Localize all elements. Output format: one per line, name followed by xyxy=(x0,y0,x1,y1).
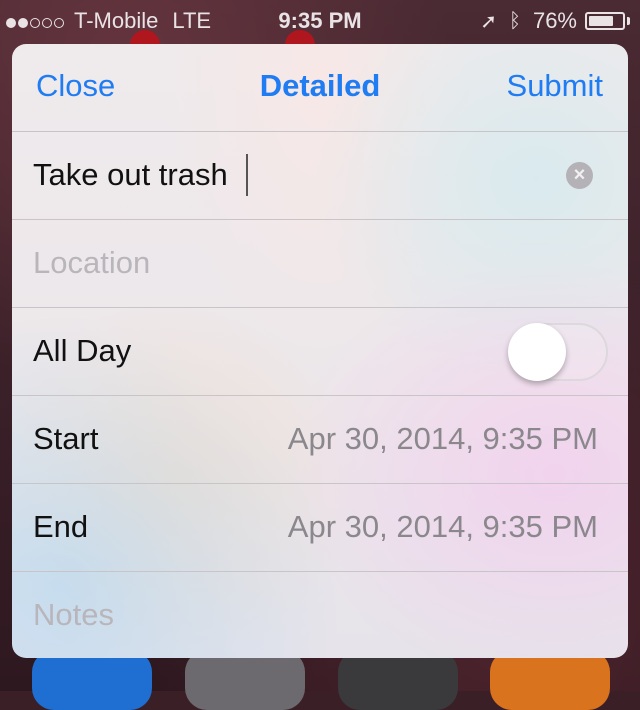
location-arrow-icon: ➚ xyxy=(480,10,497,33)
battery-tip xyxy=(627,17,630,25)
submit-button[interactable]: Submit xyxy=(507,68,603,104)
navigation-bar: Close Detailed Submit xyxy=(12,44,628,132)
start-row[interactable]: Start Apr 30, 2014, 9:35 PM xyxy=(12,396,628,484)
end-date-value[interactable]: Apr 30, 2014, 9:35 PM xyxy=(288,509,598,545)
dock-app-icon xyxy=(338,650,458,710)
bluetooth-icon: ᛒ xyxy=(508,9,521,32)
clear-text-icon[interactable]: × xyxy=(566,162,593,189)
all-day-label: All Day xyxy=(33,333,132,368)
toggle-knob xyxy=(508,323,566,381)
battery-icon xyxy=(585,12,625,30)
location-row xyxy=(12,220,628,308)
title-row: × xyxy=(12,132,628,220)
dock-app-icon xyxy=(32,650,152,710)
end-row[interactable]: End Apr 30, 2014, 9:35 PM xyxy=(12,484,628,572)
all-day-row: All Day xyxy=(12,308,628,396)
battery-fill xyxy=(589,16,614,26)
start-label: Start xyxy=(33,421,99,456)
title-input[interactable] xyxy=(33,152,553,198)
notes-row xyxy=(12,572,628,658)
dock-app-icon xyxy=(185,650,305,710)
status-bar: T-Mobile LTE 9:35 PM ➚ ᛒ 76% xyxy=(0,0,640,40)
end-label: End xyxy=(33,509,89,544)
location-input[interactable] xyxy=(33,240,553,286)
dock-app-icon xyxy=(490,650,610,710)
battery-percent: 76% xyxy=(532,8,577,33)
start-date-value[interactable]: Apr 30, 2014, 9:35 PM xyxy=(288,421,598,457)
notes-input[interactable] xyxy=(33,592,553,638)
event-detail-sheet: Close Detailed Submit × All Day Start Ap… xyxy=(12,44,628,658)
all-day-toggle[interactable] xyxy=(508,323,608,381)
close-button[interactable]: Close xyxy=(36,68,115,104)
text-cursor xyxy=(246,154,248,196)
status-right: ➚ ᛒ 76% xyxy=(480,8,630,34)
